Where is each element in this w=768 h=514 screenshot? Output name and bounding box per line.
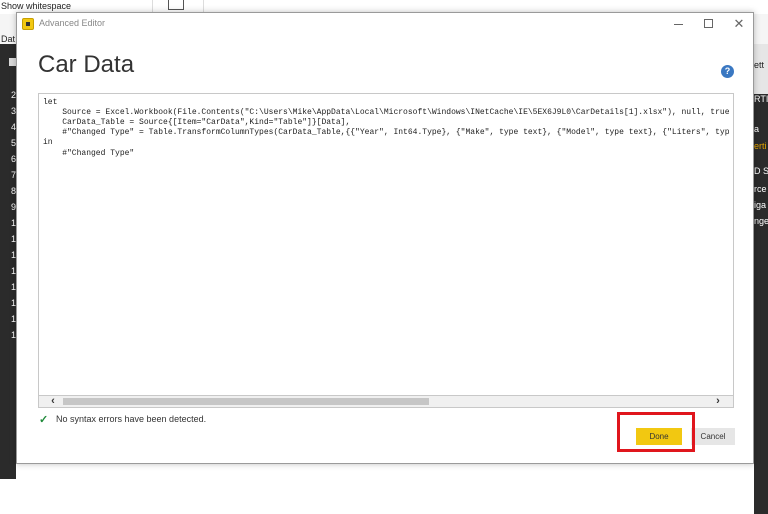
table-icon xyxy=(9,58,16,66)
settings-panel-right: ett RTI a erti D ST rce iga nge xyxy=(754,44,768,514)
code-line: #"Changed Type" xyxy=(43,149,135,158)
code-line: in xyxy=(43,138,53,147)
code-line: Source = Excel.Workbook(File.Contents("C… xyxy=(43,108,730,117)
dialog-titlebar[interactable]: Advanced Editor ✕ xyxy=(17,13,753,35)
show-whitespace-label[interactable]: Show whitespace xyxy=(1,1,71,11)
query-settings-pane: RTI a erti D ST rce iga nge xyxy=(754,94,768,514)
applied-step-navigation[interactable]: iga xyxy=(754,200,768,210)
ribbon-window-icon[interactable] xyxy=(168,0,184,10)
maximize-button[interactable] xyxy=(698,16,718,32)
checkmark-icon: ✓ xyxy=(39,414,49,426)
highlight-box xyxy=(617,412,695,452)
panel-header-text: ett xyxy=(754,60,765,70)
code-line: CarData_Table = Source{[Item="CarData",K… xyxy=(43,118,351,127)
scrollbar-thumb[interactable] xyxy=(63,398,429,405)
close-icon: ✕ xyxy=(733,16,745,31)
scroll-right-icon[interactable]: › xyxy=(712,395,724,407)
advanced-editor-dialog: Advanced Editor ✕ Car Data ? let Source … xyxy=(16,12,754,464)
power-bi-icon xyxy=(22,18,34,30)
applied-step-changed-type[interactable]: nge xyxy=(754,216,768,226)
cancel-button[interactable]: Cancel xyxy=(691,428,735,445)
name-label: a xyxy=(754,124,760,134)
applied-step-source[interactable]: rce xyxy=(754,184,768,194)
query-title: Car Data xyxy=(38,51,135,78)
syntax-status: No syntax errors have been detected. xyxy=(56,414,207,424)
help-icon[interactable]: ? xyxy=(721,65,734,78)
code-line: #"Changed Type" = Table.TransformColumnT… xyxy=(43,128,730,137)
code-line: let xyxy=(43,98,58,107)
data-grid-left: 2 3 4 5 6 7 8 9 1 1 1 1 1 1 1 1 xyxy=(0,44,16,479)
window-title: Advanced Editor xyxy=(39,18,106,28)
scroll-left-icon[interactable]: ‹ xyxy=(47,395,59,407)
all-properties-link[interactable]: erti xyxy=(754,141,768,151)
data-tab-label[interactable]: Dat xyxy=(1,34,15,44)
properties-heading: RTI xyxy=(754,94,768,104)
close-button[interactable]: ✕ xyxy=(729,16,749,32)
applied-steps-heading: D ST xyxy=(754,166,768,176)
code-editor[interactable]: let Source = Excel.Workbook(File.Content… xyxy=(38,93,734,396)
minimize-button[interactable] xyxy=(668,16,688,32)
horizontal-scrollbar[interactable]: ‹ › xyxy=(38,395,734,408)
